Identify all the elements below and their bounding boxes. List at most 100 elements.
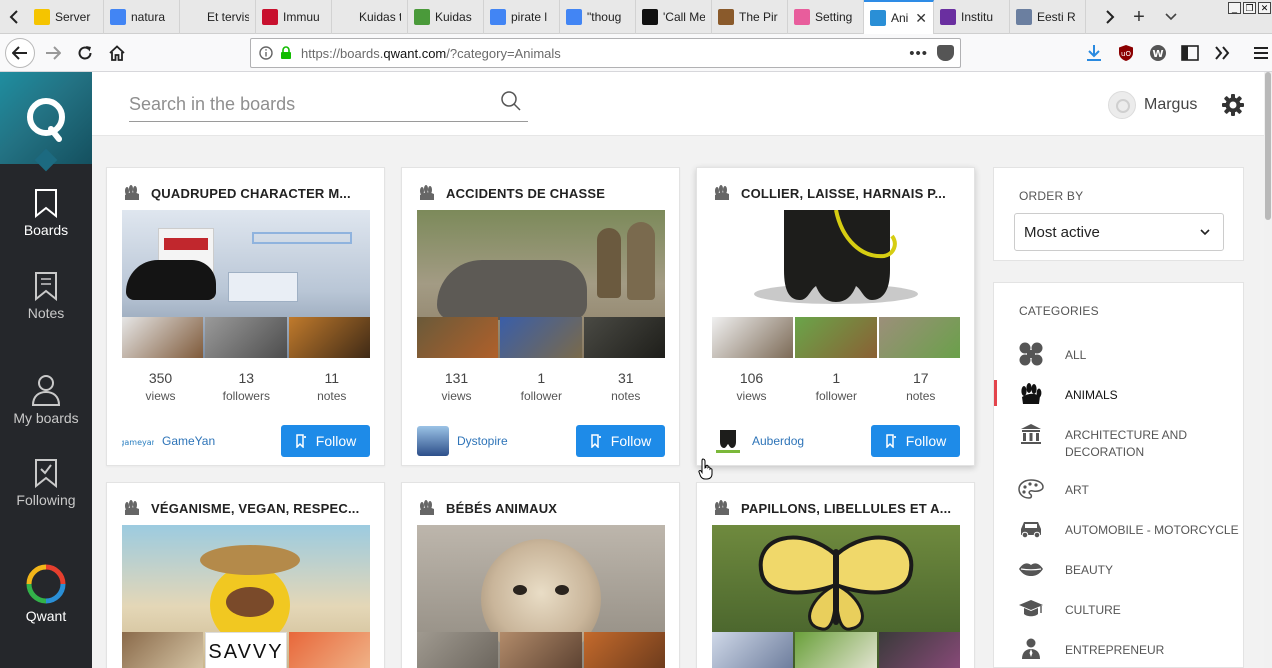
category-automobile-motorcycle[interactable]: AUTOMOBILE - MOTORCYCLE — [994, 517, 1245, 557]
category-architecture-and-decoration[interactable]: ARCHITECTURE AND DECORATION — [994, 422, 1245, 462]
board-card[interactable]: ACCIDENTS DE CHASSE 131 views 1 follower 3… — [401, 167, 680, 466]
category-culture[interactable]: CULTURE — [994, 597, 1245, 637]
board-card-title[interactable]: QUADRUPED CHARACTER M... — [123, 184, 373, 202]
graduation-cap-icon — [1018, 597, 1044, 621]
ublock-icon[interactable]: uO — [1116, 43, 1136, 63]
qwant-icon — [870, 10, 886, 26]
board-card-footer: Dystopire Follow — [417, 425, 665, 457]
browser-tab[interactable]: Server — [28, 0, 104, 34]
sidebar-item-following[interactable]: Following — [0, 458, 92, 508]
w-extension-icon[interactable]: W — [1148, 43, 1168, 63]
home-button[interactable] — [102, 38, 132, 68]
board-card-title[interactable]: ACCIDENTS DE CHASSE — [418, 184, 668, 202]
owner-avatar[interactable] — [417, 426, 449, 456]
board-card[interactable]: QUADRUPED CHARACTER M... 350 views 13 foll… — [106, 167, 385, 466]
board-card-title[interactable]: PAPILLONS, LIBELLULES ET A... — [713, 499, 963, 517]
hamburger-menu-icon[interactable] — [1251, 43, 1271, 63]
page-scrollbar[interactable] — [1264, 72, 1272, 668]
browser-tab-title: The Pir — [739, 10, 778, 24]
close-tab-icon[interactable]: ✕ — [915, 10, 927, 27]
board-card[interactable]: COLLIER, LAISSE, HARNAIS P... 106 views 1… — [696, 167, 975, 466]
browser-tab[interactable]: 'Call Me — [636, 0, 712, 34]
gear-icon[interactable] — [1222, 94, 1244, 116]
board-card-title[interactable]: VÉGANISME, VEGAN, RESPEC... — [123, 499, 373, 517]
restore-window-button[interactable]: ❐ — [1243, 2, 1256, 14]
follow-button[interactable]: Follow — [871, 425, 960, 457]
follow-button[interactable]: Follow — [281, 425, 370, 457]
tab-scroll-right-button[interactable] — [1096, 0, 1124, 34]
owner-name-link[interactable]: Auberdog — [752, 434, 804, 448]
minimize-window-button[interactable]: _ — [1228, 2, 1241, 14]
owner-avatar[interactable]: gameyan — [119, 426, 157, 456]
overflow-menu-icon[interactable] — [1212, 43, 1232, 63]
board-card-title[interactable]: BÉBÉS ANIMAUX — [418, 499, 668, 517]
browser-tab[interactable]: Et tervist jä — [180, 0, 256, 34]
browser-tab[interactable]: "thoug — [560, 0, 636, 34]
boards-page: Boards Notes My boards Following Qwant M… — [0, 72, 1272, 668]
browser-tab[interactable]: Immuu — [256, 0, 332, 34]
pocket-icon[interactable] — [937, 45, 954, 61]
order-by-selected-value: Most active — [1024, 223, 1100, 241]
warning-icon — [34, 9, 50, 25]
scrollbar-thumb[interactable] — [1265, 72, 1271, 220]
forward-button[interactable] — [38, 38, 68, 68]
arrow-left-icon — [12, 46, 27, 60]
follow-icon — [886, 434, 896, 448]
back-button[interactable] — [5, 38, 35, 68]
page-actions-icon[interactable]: ••• — [909, 45, 928, 62]
sidebar-item-boards[interactable]: Boards — [0, 188, 92, 238]
board-thumbnails — [417, 317, 665, 358]
left-navigation: Boards Notes My boards Following Qwant — [0, 72, 92, 668]
category-beauty[interactable]: BEAUTY — [994, 557, 1245, 597]
tab-scroll-left-button[interactable] — [0, 0, 28, 34]
browser-tab[interactable]: Kuidas — [408, 0, 484, 34]
browser-tab[interactable]: natura — [104, 0, 180, 34]
qwant-logo[interactable] — [0, 72, 92, 172]
browser-tab[interactable]: Kuidas tuge — [332, 0, 408, 34]
browser-tab[interactable]: Setting — [788, 0, 864, 34]
search-box — [129, 86, 528, 122]
board-card[interactable]: PAPILLONS, LIBELLULES ET A... — [696, 482, 975, 668]
svg-text:W: W — [1152, 49, 1163, 60]
notes-count: 31 notes — [611, 370, 641, 403]
reload-button[interactable] — [70, 38, 100, 68]
board-card-title[interactable]: COLLIER, LAISSE, HARNAIS P... — [713, 184, 963, 202]
new-tab-button[interactable]: + — [1126, 0, 1152, 34]
browser-tab[interactable]: Institu — [934, 0, 1010, 34]
tab-list-button[interactable] — [1158, 0, 1184, 34]
sidebar-item-notes[interactable]: Notes — [0, 271, 92, 321]
board-stats: 131 views 1 follower 31 notes — [417, 370, 665, 403]
category-entrepreneur[interactable]: ENTREPRENEUR — [994, 637, 1245, 668]
owner-avatar[interactable] — [712, 426, 744, 456]
qwant-label: Qwant — [25, 608, 67, 624]
browser-tab[interactable]: Eesti R — [1010, 0, 1086, 34]
owner-name-link[interactable]: GameYan — [162, 434, 215, 448]
board-card-footer: gameyan GameYan Follow — [119, 425, 370, 457]
download-icon[interactable] — [1084, 43, 1104, 63]
order-by-select[interactable]: Most active — [1014, 213, 1224, 251]
browser-tab[interactable]: pirate l — [484, 0, 560, 34]
board-card-footer: Auberdog Follow — [712, 425, 960, 457]
views-count: 350 views — [145, 370, 176, 403]
search-input[interactable] — [129, 90, 489, 118]
search-icon[interactable] — [500, 90, 522, 112]
sidebar-item-qwant[interactable]: Qwant — [0, 564, 92, 624]
sidebar-item-label: Following — [16, 492, 76, 508]
user-menu[interactable]: Margus — [1108, 90, 1197, 120]
sidebar-item-my-boards[interactable]: My boards — [0, 374, 92, 426]
category-animals[interactable]: ANIMALS — [994, 380, 1245, 422]
sidebar-toggle-icon[interactable] — [1180, 43, 1200, 63]
follow-button[interactable]: Follow — [576, 425, 665, 457]
url-bar[interactable]: https://boards.qwant.com/?category=Anima… — [250, 38, 961, 68]
browser-tab[interactable]: The Pir — [712, 0, 788, 34]
browser-tab-active[interactable]: Ani ✕ — [864, 0, 934, 34]
category-art[interactable]: ART — [994, 477, 1245, 517]
views-count: 106 views — [736, 370, 767, 403]
board-card[interactable]: BÉBÉS ANIMAUX — [401, 482, 680, 668]
close-window-button[interactable]: ✕ — [1258, 2, 1271, 14]
owner-name-link[interactable]: Dystopire — [457, 434, 508, 448]
category-all[interactable]: ALL — [994, 342, 1245, 382]
board-card[interactable]: VÉGANISME, VEGAN, RESPEC... SAVVY — [106, 482, 385, 668]
portrait-icon — [718, 9, 734, 25]
none — [186, 9, 202, 25]
